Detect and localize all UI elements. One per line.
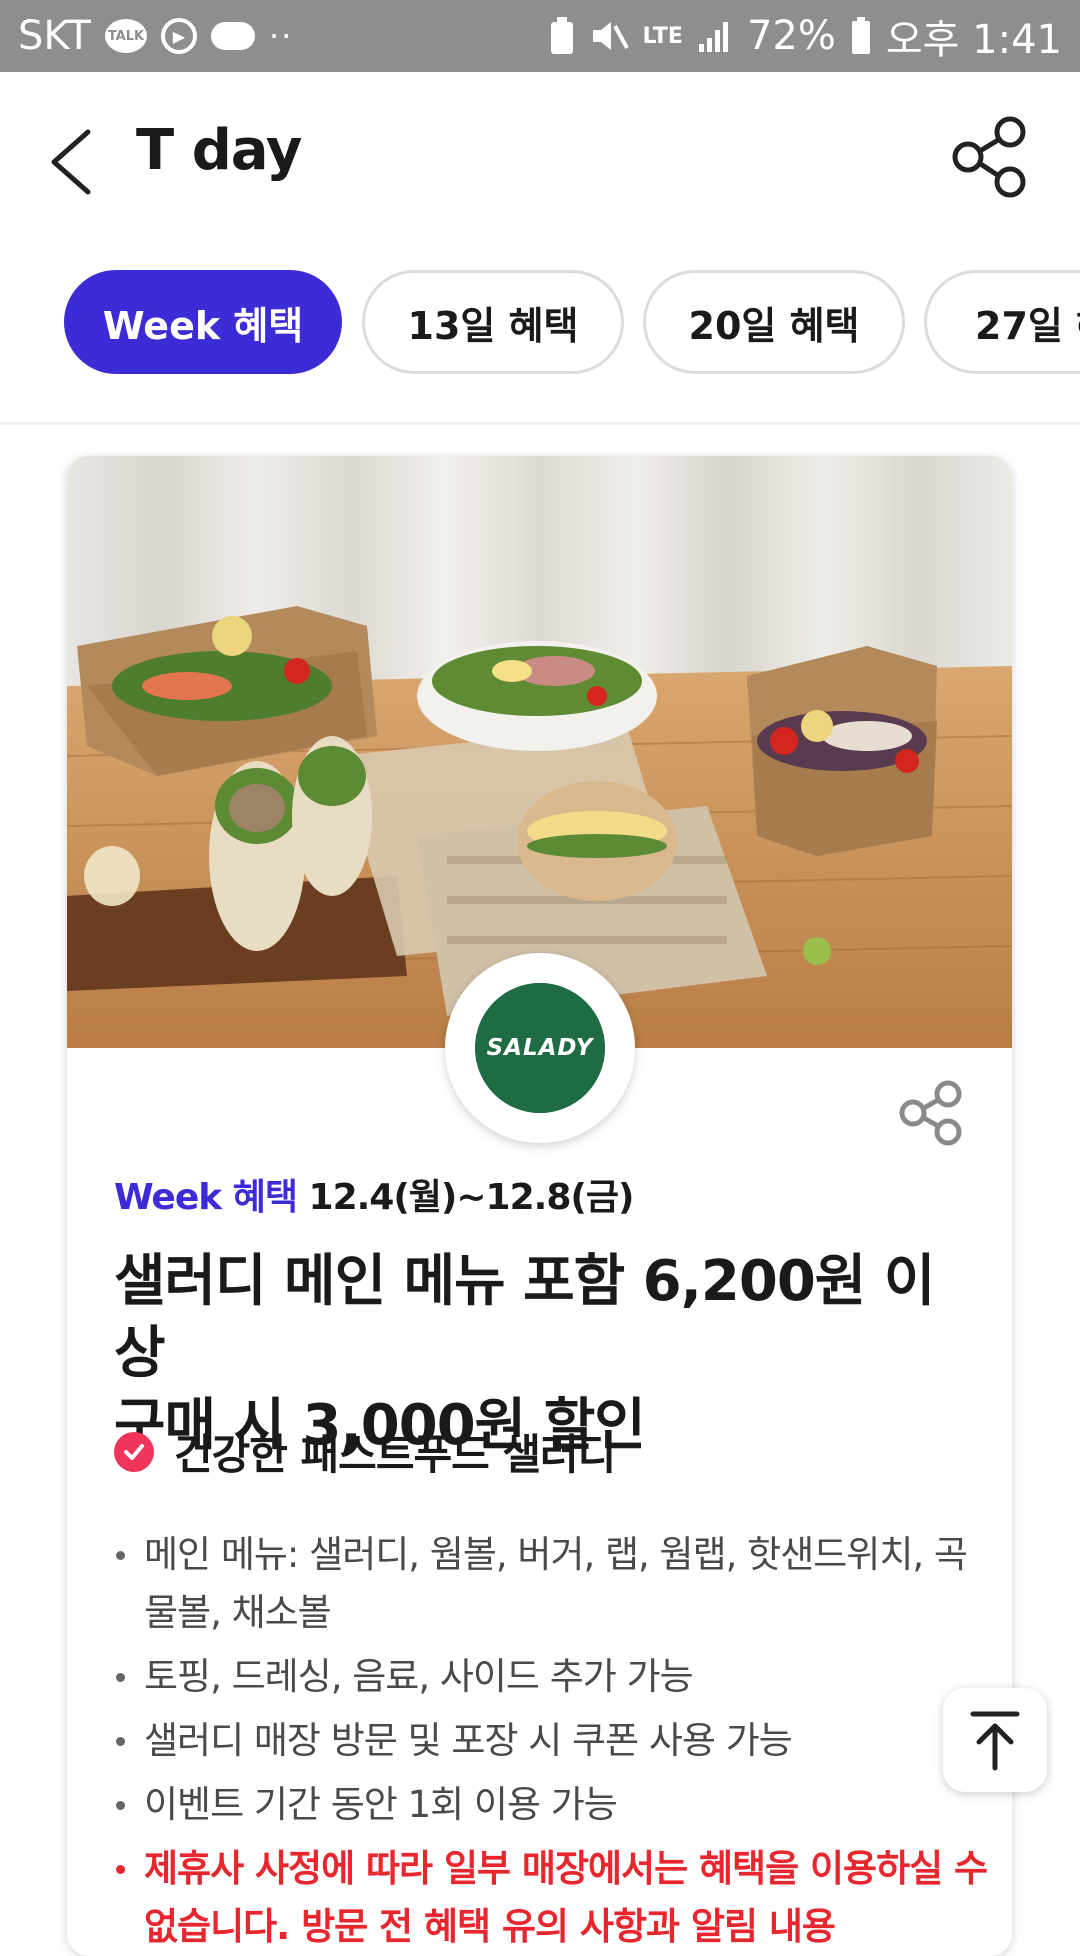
status-bar: SKT TALK ▶ ·· LTE 72% 오후 1:41: [0, 0, 1080, 72]
period-dates: 12.4(월)~12.8(금): [308, 1177, 635, 1218]
scroll-to-top-button[interactable]: [943, 1688, 1047, 1792]
network-type-label: LTE: [642, 23, 683, 49]
carrier-label: SKT: [18, 13, 91, 59]
benefit-tabs: Week 혜택 13일 혜택 20일 혜택 27일 혜택: [0, 268, 1080, 378]
tab-week-benefit[interactable]: Week 혜택: [64, 270, 342, 374]
list-item-warning: 제휴사 사정에 따라 일부 매장에서는 혜택을 이용하실 수 없습니다. 방문 …: [114, 1840, 994, 1956]
tabs-divider: [0, 422, 1080, 425]
share-icon[interactable]: [950, 112, 1030, 202]
more-notifications-icon: ··: [268, 17, 294, 55]
back-icon[interactable]: [44, 122, 104, 202]
tab-13-benefit[interactable]: 13일 혜택: [362, 270, 624, 374]
list-item: 토핑, 드레싱, 음료, 사이드 추가 가능: [114, 1648, 994, 1706]
brand-logo: SALADY: [445, 953, 635, 1143]
signal-icon: [698, 22, 728, 52]
salady-logo: SALADY: [475, 983, 605, 1113]
share-icon[interactable]: [897, 1078, 967, 1148]
headline-line-1: 샐러디 메인 메뉴 포함 6,200원 이상: [114, 1249, 935, 1386]
benefit-details: 메인 메뉴: 샐러디, 웜볼, 버거, 랩, 웜랩, 핫샌드위치, 곡물볼, 채…: [114, 1526, 994, 1956]
brand-feature: 건강한 패스트푸드 샐러디: [114, 1421, 616, 1482]
tab-27-benefit[interactable]: 27일 혜택: [924, 270, 1080, 374]
status-bar-left: SKT TALK ▶ ··: [18, 13, 293, 59]
list-item: 샐러디 매장 방문 및 포장 시 쿠폰 사용 가능: [114, 1712, 994, 1770]
clock: 오후 1:41: [885, 17, 1062, 63]
status-bar-right: LTE 72% 오후 1:41: [549, 7, 1062, 65]
mute-icon: [592, 22, 629, 50]
benefit-card: SALADY Week 혜택 12.4(월)~12.8(금) 샐러디 메인 메뉴…: [67, 456, 1012, 1956]
page-title: T day: [136, 118, 302, 183]
list-item: 메인 메뉴: 샐러디, 웜볼, 버거, 랩, 웜랩, 핫샌드위치, 곡물볼, 채…: [114, 1526, 994, 1642]
check-icon: [114, 1431, 154, 1472]
kakaotalk-icon: TALK: [104, 19, 147, 53]
app-header: T day: [0, 72, 1080, 242]
battery-icon: [851, 17, 870, 54]
cloud-icon: [210, 22, 255, 50]
feature-text: 건강한 패스트푸드 샐러디: [174, 1430, 616, 1479]
battery-percent: 72%: [746, 13, 836, 59]
tab-20-benefit[interactable]: 20일 혜택: [643, 270, 905, 374]
period-label: Week 혜택: [114, 1177, 298, 1218]
play-icon: ▶: [160, 18, 197, 54]
event-period: Week 혜택 12.4(월)~12.8(금): [114, 1168, 635, 1220]
scroll-to-top-icon: [970, 1711, 1020, 1771]
recycle-icon: [550, 17, 573, 54]
list-item: 이벤트 기간 동안 1회 이용 가능: [114, 1776, 994, 1834]
